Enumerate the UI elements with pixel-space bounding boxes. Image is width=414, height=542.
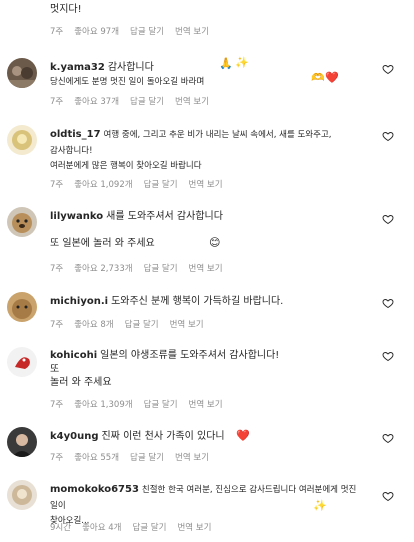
comment-text: 도와주신 분께 행복이 가득하길 바랍니다. [111,296,284,307]
comment-text: 멋지다! [50,4,82,15]
like-heart-icon[interactable] [382,130,394,142]
comment-time: 7주 [50,180,64,190]
username[interactable]: michiyon.i [50,296,108,307]
reply-button[interactable]: 답글 달기 [144,400,178,410]
likes-count[interactable]: 좋아요 1,309개 [74,400,132,410]
comment-time: 7주 [50,264,64,274]
comment-time: 7주 [50,400,64,410]
translate-button[interactable]: 번역 보기 [175,27,209,37]
likes-count[interactable]: 좋아요 55개 [74,453,119,463]
username[interactable]: k4y0ung [50,431,98,442]
comment-meta: 9시간 좋아요 4개 답글 달기 번역 보기 [50,521,222,533]
reply-button[interactable]: 답글 달기 [125,320,159,330]
like-heart-icon[interactable] [382,432,394,444]
likes-count[interactable]: 좋아요 37개 [74,97,119,107]
comment-text-line2: 여러분에게 많은 행복이 찾아오길 바랍니다 [50,161,202,171]
comment-text: 감사합니다 [107,62,154,73]
comment-meta: 7주 좋아요 8개 답글 달기 번역 보기 [50,318,215,330]
comment-meta: 7주 좋아요 37개 답글 달기 번역 보기 [50,95,220,107]
avatar[interactable] [7,125,37,155]
avatar[interactable] [7,207,37,237]
username[interactable]: k.yama32 [50,62,105,73]
smiling-face-icon: 😊 [209,236,221,249]
comment-time: 7주 [50,320,64,330]
comment-meta: 7주 좋아요 1,092개 답글 달기 번역 보기 [50,178,234,190]
comment-time: 7주 [50,453,64,463]
likes-count[interactable]: 좋아요 1,092개 [74,180,132,190]
avatar[interactable] [7,347,37,377]
comment-time: 7주 [50,97,64,107]
praying-hands-icon: 🙏 [219,57,233,70]
reply-button[interactable]: 답글 달기 [144,264,178,274]
avatar[interactable] [7,292,37,322]
translate-button[interactable]: 번역 보기 [170,320,204,330]
red-heart-icon: ❤️ [236,429,250,442]
translate-button[interactable]: 번역 보기 [177,523,211,533]
comment-meta: 7주 좋아요 2,733개 답글 달기 번역 보기 [50,262,234,274]
comment-meta: 7주 좋아요 1,309개 답글 달기 번역 보기 [50,398,234,410]
reply-button[interactable]: 답글 달기 [144,180,178,190]
comment-time: 9시간 [50,523,72,533]
likes-count[interactable]: 좋아요 4개 [82,523,121,533]
comment-time: 7주 [50,27,64,37]
translate-button[interactable]: 번역 보기 [189,400,223,410]
reply-button[interactable]: 답글 달기 [132,523,166,533]
hand-heart-icon: 🫶 [311,71,325,84]
sparkle-icon: ✨ [235,56,249,69]
avatar[interactable] [7,480,37,510]
reply-button[interactable]: 답글 달기 [130,453,164,463]
like-heart-icon[interactable] [382,490,394,502]
translate-button[interactable]: 번역 보기 [189,180,223,190]
username[interactable]: kohicohi [50,350,97,361]
reply-button[interactable]: 답글 달기 [130,97,164,107]
sparkle-icon: ✨ [313,499,327,512]
reply-button[interactable]: 답글 달기 [130,27,164,37]
comment-meta: 7주 좋아요 97개 답글 달기 번역 보기 [50,25,220,37]
like-heart-icon[interactable] [382,63,394,75]
comment-text: 새를 도와주셔서 감사합니다 [106,211,223,222]
avatar[interactable] [7,58,37,88]
likes-count[interactable]: 좋아요 97개 [74,27,119,37]
comment-text: 진짜 이런 천사 가족이 있다니 [101,431,225,442]
like-heart-icon[interactable] [382,350,394,362]
username[interactable]: momokoko6753 [50,484,139,495]
translate-button[interactable]: 번역 보기 [175,453,209,463]
red-heart-icon: ❤️ [325,71,339,84]
translate-button[interactable]: 번역 보기 [175,97,209,107]
comment-text-line3: 놀러 와 주세요 [50,377,112,388]
likes-count[interactable]: 좋아요 8개 [74,320,113,330]
like-heart-icon[interactable] [382,213,394,225]
comment-meta: 7주 좋아요 55개 답글 달기 번역 보기 [50,451,220,463]
like-heart-icon[interactable] [382,297,394,309]
likes-count[interactable]: 좋아요 2,733개 [74,264,132,274]
translate-button[interactable]: 번역 보기 [189,264,223,274]
username[interactable]: oldtis_17 [50,129,101,140]
username[interactable]: lilywanko [50,211,103,222]
comment-text-line2: 또 [50,364,60,375]
avatar[interactable] [7,427,37,457]
comment-text: 일본의 야생조류를 도와주셔서 감사합니다! [100,350,280,361]
